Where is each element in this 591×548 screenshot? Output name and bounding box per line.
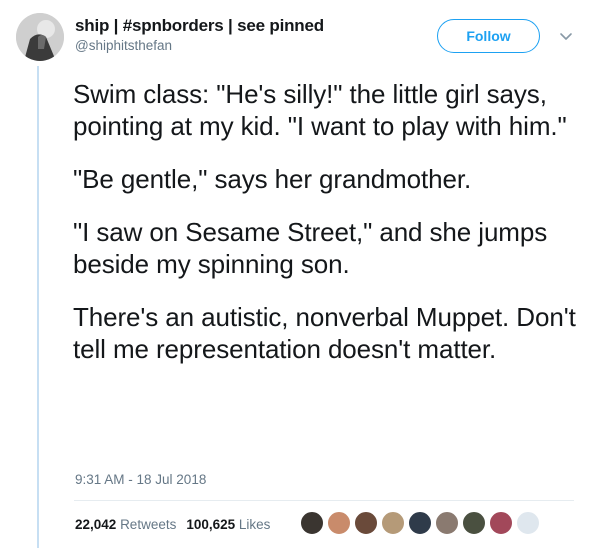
retweets-stat[interactable]: 22,042 Retweets (75, 517, 176, 532)
likes-label: Likes (238, 517, 271, 532)
avatar-image (16, 13, 64, 61)
liker-avatar[interactable] (516, 511, 540, 535)
retweets-label: Retweets (120, 517, 177, 532)
tweet-paragraph: There's an autistic, nonverbal Muppet. D… (73, 302, 576, 364)
thread-line (37, 66, 39, 548)
liker-avatar[interactable] (408, 511, 432, 535)
liker-avatar[interactable] (354, 511, 378, 535)
user-handle[interactable]: @shiphitsthefan (75, 37, 324, 54)
display-name[interactable]: ship | #spnborders | see pinned (75, 15, 324, 36)
tweet-text: Swim class: "He's silly!" the little gir… (73, 78, 583, 365)
likes-count: 100,625 (186, 517, 236, 532)
tweet-timestamp[interactable]: 9:31 AM - 18 Jul 2018 (75, 472, 206, 487)
liker-avatar[interactable] (489, 511, 513, 535)
avatar[interactable] (16, 13, 64, 61)
liker-avatar[interactable] (462, 511, 486, 535)
likes-stat[interactable]: 100,625 Likes (186, 517, 270, 532)
follow-button[interactable]: Follow (437, 19, 540, 53)
liker-avatar[interactable] (327, 511, 351, 535)
retweets-count: 22,042 (75, 517, 117, 532)
more-options-chevron-down-icon[interactable] (558, 28, 574, 44)
tweet-paragraph: "Be gentle," says her grandmother. (73, 164, 472, 194)
liker-avatar[interactable] (300, 511, 324, 535)
tweet-paragraph: Swim class: "He's silly!" the little gir… (73, 79, 567, 141)
divider (74, 500, 574, 501)
tweet-stats: 22,042 Retweets 100,625 Likes (75, 517, 270, 532)
liker-avatar[interactable] (381, 511, 405, 535)
tweet-paragraph: "I saw on Sesame Street," and she jumps … (73, 217, 548, 279)
liker-avatar[interactable] (435, 511, 459, 535)
